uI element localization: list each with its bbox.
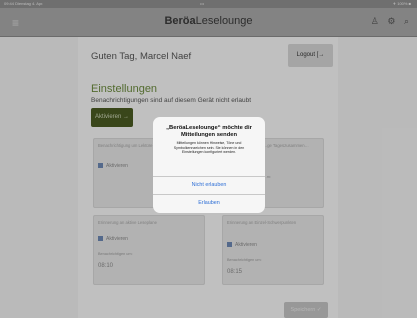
dialog-message: Mitteilungen können Hinweise, Töne und S… xyxy=(173,141,245,155)
deny-button[interactable]: Nicht erlauben xyxy=(153,182,265,188)
allow-button[interactable]: Erlauben xyxy=(153,200,265,206)
dialog-title: „BeröaLeselounge“ möchte dir Mitteilunge… xyxy=(166,125,252,138)
dialog-divider xyxy=(153,176,265,177)
notification-permission-dialog: „BeröaLeselounge“ möchte dir Mitteilunge… xyxy=(153,117,265,213)
dialog-divider xyxy=(153,194,265,195)
app-screen: 09:44 Dienstag 4. Apr. ••• ✈ 100% ■ ≡ Be… xyxy=(0,0,417,318)
